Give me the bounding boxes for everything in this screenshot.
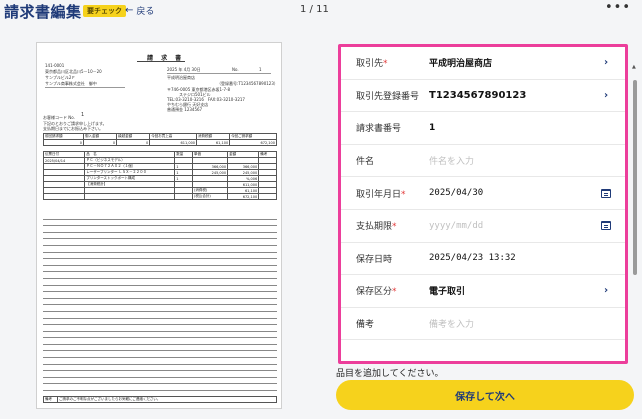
save-next-button[interactable]: 保存して次へ (336, 380, 634, 410)
doc-issuer-acct: 普通預金 1234567 (167, 107, 203, 112)
doc-issuer: 平成明治屋商店 (167, 75, 195, 80)
form-row-saved-at: 保存日時 2025/04/23 13:32 (341, 243, 625, 276)
sum-value: 611,000 (149, 139, 198, 146)
more-menu-icon[interactable]: ••• (605, 0, 631, 15)
page-counter: 1 / 11 (300, 4, 329, 15)
item-qty (174, 193, 194, 200)
form-row-due-date[interactable]: 支払期限* yyyy/mm/dd (341, 210, 625, 243)
registration-no-value: T1234567890123 (429, 89, 527, 101)
saved-at-value: 2025/04/23 13:32 (429, 253, 516, 264)
doc-note2: 支払期日までにお振込み下さい。 (43, 126, 103, 131)
form-row-remarks[interactable]: 備考 備考を入力 (341, 308, 625, 341)
doc-reg-no: （登録番号:T1234567890123） (217, 81, 278, 86)
divider (167, 73, 271, 74)
field-label: 取引年月日* (356, 189, 406, 200)
scroll-up-icon[interactable]: ▲ (632, 64, 636, 70)
doc-building: サンプルビル2Ｆ (45, 75, 76, 80)
doc-postal: 141-0001 (45, 63, 65, 68)
doc-no-label: No. (232, 67, 239, 72)
doc-no-value: 1 (259, 67, 262, 72)
divider (45, 87, 125, 88)
doc-code-label: お客様コード No. (43, 115, 75, 120)
item-date (42, 193, 86, 200)
transaction-date-field[interactable]: 2025/04/30 (429, 188, 483, 198)
add-items-message: 品目を追加してください。 (336, 369, 444, 379)
partner-value: 平成明治屋商店 (429, 59, 493, 70)
chevron-right-icon: › (604, 57, 609, 69)
back-label: 戻る (136, 7, 155, 17)
invoice-preview: 請 求 書 2025 年 4月 30日 No. 1 141-0001 東京都品川… (36, 42, 282, 409)
field-label: 取引先* (356, 59, 388, 70)
doc-customer: サンプル商事株式会社 御中 (45, 81, 97, 86)
arrow-left-icon: ← (125, 5, 134, 16)
summary-table: 前回請求額 御入金額 繰越金額 今回お買上高 消費税額 今回ご請求額 0 0 0… (43, 133, 277, 146)
chevron-right-icon: › (604, 285, 609, 297)
remarks-text: ご請求のご不明な点がございましたらお気軽にご連絡ください。 (57, 396, 277, 403)
form-row-partner[interactable]: 取引先* 平成明治屋商店 › (341, 47, 625, 80)
remarks-label: 備考 (43, 396, 58, 403)
heading-underline (137, 61, 185, 62)
remarks-table: 備考 ご請求のご不明な点がございましたらお気軽にご連絡ください。 (43, 396, 277, 403)
items-table: 伝票日付 品 名 数量 単価 金額 備考 2025/04/14 ＰＣ（ビジネスモ… (42, 151, 277, 200)
form-row-transaction-date[interactable]: 取引年月日* 2025/04/30 (341, 177, 625, 210)
invoice-form: 取引先* 平成明治屋商店 › 取引先登録番号 T1234567890123 › … (338, 44, 628, 364)
form-row-storage-type[interactable]: 保存区分* 電子取引 › (341, 275, 625, 308)
field-label: 備考 (356, 320, 375, 331)
item-note (258, 193, 277, 200)
field-label: 支払期限* (356, 222, 397, 233)
form-row-subject[interactable]: 件名 件名を入力 (341, 145, 625, 178)
field-label: 件名 (356, 157, 375, 168)
doc-address: 東京都品川区北品川5－10－20 (45, 69, 102, 74)
calendar-icon[interactable] (601, 221, 611, 231)
item-name (84, 193, 176, 200)
subject-input[interactable]: 件名を入力 (429, 154, 474, 167)
field-label: 保存日時 (356, 254, 393, 265)
back-button[interactable]: ← 戻る (125, 4, 154, 17)
sum-value: 61,100 (196, 139, 231, 146)
form-row-invoice-no[interactable]: 請求書番号 1 (341, 112, 625, 145)
scrollbar-thumb[interactable] (633, 80, 637, 275)
total-label: (税込合計) (192, 193, 229, 200)
field-label: 保存区分* (356, 287, 397, 298)
total-value: 672,100 (227, 193, 260, 200)
field-label: 取引先登録番号 (356, 91, 420, 102)
form-row-registration-no[interactable]: 取引先登録番号 T1234567890123 › (341, 80, 625, 113)
sum-value: 0 (43, 139, 84, 146)
chevron-right-icon: › (604, 89, 609, 101)
top-bar: 請求書編集 要チェック ← 戻る 1 / 11 ••• (0, 0, 642, 22)
calendar-icon[interactable] (601, 188, 611, 198)
remarks-input[interactable]: 備考を入力 (429, 317, 474, 330)
due-date-input[interactable]: yyyy/mm/dd (429, 221, 483, 231)
sum-value: 0 (116, 139, 151, 146)
storage-type-value: 電子取引 (429, 287, 466, 298)
status-badge: 要チェック (83, 5, 126, 17)
table-row: (税込合計) 672,100 (42, 193, 277, 200)
invoice-no-field[interactable]: 1 (429, 123, 435, 133)
doc-date: 2025 年 4月 30日 (167, 67, 201, 72)
page-title: 請求書編集 (4, 3, 82, 21)
sum-value: 672,100 (229, 139, 277, 146)
doc-code-value: 1 (81, 112, 85, 118)
blank-item-rows (43, 213, 277, 392)
field-label: 請求書番号 (356, 124, 402, 135)
sum-value: 0 (82, 139, 118, 146)
